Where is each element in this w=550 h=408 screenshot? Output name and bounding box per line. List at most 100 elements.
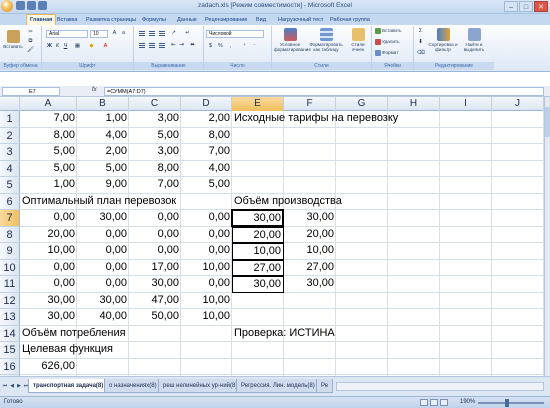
- find-select-button[interactable]: Найти и выделить: [460, 28, 488, 52]
- cell-B5[interactable]: 9,00: [77, 177, 129, 194]
- cell-C1[interactable]: 3,00: [129, 111, 181, 128]
- format-as-table-button[interactable]: Форматировать как таблицу: [308, 28, 344, 52]
- increase-decimal-icon[interactable]: ⁺: [241, 43, 248, 50]
- row-header[interactable]: 10: [0, 259, 20, 276]
- thousands-separator-icon[interactable]: ,: [227, 43, 234, 50]
- align-right-icon[interactable]: [158, 42, 166, 49]
- tab-data[interactable]: Данные: [177, 15, 197, 25]
- row-header[interactable]: 8: [0, 226, 20, 243]
- minimize-button[interactable]: –: [504, 1, 518, 12]
- cell-C12[interactable]: 47,00: [129, 293, 181, 310]
- format-painter-icon[interactable]: 🖌: [27, 47, 34, 54]
- zoom-slider[interactable]: [478, 402, 544, 404]
- font-name-dropdown[interactable]: Arial: [46, 30, 88, 38]
- tab-workgroup[interactable]: Рабочая группа: [330, 15, 370, 25]
- align-left-icon[interactable]: [138, 42, 146, 49]
- worksheet-grid[interactable]: ABCDEFGHIJ 1234567891011121314151617 7,0…: [0, 97, 544, 376]
- zoom-slider-knob[interactable]: [505, 399, 509, 407]
- zoom-level[interactable]: 190%: [460, 399, 475, 405]
- cell-E6[interactable]: Объём производства: [232, 194, 342, 211]
- underline-icon[interactable]: Ч: [62, 43, 69, 50]
- cell-A7[interactable]: 0,00: [20, 210, 77, 227]
- borders-icon[interactable]: ▦: [74, 43, 81, 50]
- cell-C10[interactable]: 17,00: [129, 260, 181, 277]
- cell-C9[interactable]: 0,00: [129, 243, 181, 260]
- cell-E11[interactable]: 30,00: [232, 276, 284, 293]
- number-format-dropdown[interactable]: Числовой: [206, 30, 264, 38]
- cell-C8[interactable]: 0,00: [129, 227, 181, 244]
- cell-D1[interactable]: 2,00: [181, 111, 232, 128]
- column-header[interactable]: B: [77, 97, 129, 111]
- cell-D10[interactable]: 10,00: [181, 260, 232, 277]
- row-header[interactable]: 11: [0, 276, 20, 293]
- maximize-button[interactable]: □: [519, 1, 533, 12]
- cell-A4[interactable]: 5,00: [20, 161, 77, 178]
- cell-B2[interactable]: 4,00: [77, 128, 129, 145]
- align-top-icon[interactable]: [138, 30, 146, 37]
- clear-icon[interactable]: ⌫: [417, 50, 425, 57]
- cell-D12[interactable]: 10,00: [181, 293, 232, 310]
- fill-color-icon[interactable]: ◆: [88, 43, 95, 50]
- select-all-corner[interactable]: [0, 97, 20, 111]
- tab-page-layout[interactable]: Разметка страницы: [86, 15, 136, 25]
- column-header[interactable]: J: [492, 97, 544, 111]
- cell-B11[interactable]: 0,00: [77, 276, 129, 293]
- cell-D2[interactable]: 8,00: [181, 128, 232, 145]
- cell-C7[interactable]: 0,00: [129, 210, 181, 227]
- tab-load-test[interactable]: Нагрузочный тест: [278, 15, 323, 25]
- close-button[interactable]: ✕: [534, 1, 548, 12]
- cell-C4[interactable]: 8,00: [129, 161, 181, 178]
- sheet-tab-regression[interactable]: Регрессия. Лин. модель(8): [236, 379, 320, 393]
- cell-A12[interactable]: 30,00: [20, 293, 77, 310]
- cell-D13[interactable]: 10,00: [181, 309, 232, 326]
- vertical-scrollbar[interactable]: [544, 97, 550, 376]
- autosum-icon[interactable]: Σ: [417, 28, 424, 35]
- cell-F8[interactable]: 20,00: [284, 227, 336, 244]
- insert-function-icon[interactable]: fx: [92, 87, 97, 93]
- decrease-decimal-icon[interactable]: ⁻: [251, 43, 258, 50]
- wrap-text-icon[interactable]: ↵: [184, 30, 191, 37]
- row-header[interactable]: 1: [0, 111, 20, 128]
- cell-A2[interactable]: 8,00: [20, 128, 77, 145]
- normal-view-icon[interactable]: [420, 399, 428, 406]
- row-header[interactable]: 14: [0, 325, 20, 342]
- italic-icon[interactable]: К: [54, 43, 61, 50]
- cell-E1[interactable]: Исходные тарифы на перевозку: [232, 111, 398, 128]
- cell-A9[interactable]: 10,00: [20, 243, 77, 260]
- merge-cells-icon[interactable]: ⬌: [189, 42, 196, 49]
- prev-sheet-icon[interactable]: ◀: [9, 381, 15, 391]
- row-header[interactable]: 2: [0, 127, 20, 144]
- page-break-view-icon[interactable]: [440, 399, 448, 406]
- bold-icon[interactable]: Ж: [46, 43, 53, 50]
- tab-home[interactable]: Главная: [26, 14, 57, 25]
- grow-font-icon[interactable]: A: [111, 30, 118, 37]
- tab-insert[interactable]: Вставка: [57, 15, 77, 25]
- fill-icon[interactable]: ⬇: [417, 39, 424, 46]
- insert-cells-button[interactable]: Вставить: [375, 27, 401, 35]
- cell-D9[interactable]: 0,00: [181, 243, 232, 260]
- cell-C13[interactable]: 50,00: [129, 309, 181, 326]
- scroll-thumb[interactable]: [545, 107, 550, 137]
- cut-icon[interactable]: ✂: [27, 29, 34, 36]
- currency-icon[interactable]: $: [207, 43, 214, 50]
- decrease-indent-icon[interactable]: ⇤: [170, 42, 177, 49]
- column-header[interactable]: D: [181, 97, 232, 111]
- row-header[interactable]: 13: [0, 309, 20, 326]
- horizontal-scrollbar[interactable]: [336, 382, 544, 391]
- cell-B9[interactable]: 0,00: [77, 243, 129, 260]
- conditional-formatting-button[interactable]: Условное форматирование: [274, 28, 311, 52]
- tab-formulas[interactable]: Формулы: [142, 15, 166, 25]
- cell-A11[interactable]: 0,00: [20, 276, 77, 293]
- font-color-icon[interactable]: A: [102, 43, 109, 50]
- cell-A6[interactable]: Оптимальный план перевозок: [20, 194, 176, 211]
- cell-D8[interactable]: 0,00: [181, 227, 232, 244]
- column-header[interactable]: I: [440, 97, 492, 111]
- delete-cells-button[interactable]: Удалить: [375, 38, 400, 46]
- cell-B1[interactable]: 1,00: [77, 111, 129, 128]
- percent-icon[interactable]: %: [217, 43, 224, 50]
- cell-A8[interactable]: 20,00: [20, 227, 77, 244]
- page-layout-view-icon[interactable]: [430, 399, 438, 406]
- cell-F10[interactable]: 27,00: [284, 260, 336, 277]
- cell-C3[interactable]: 3,00: [129, 144, 181, 161]
- cell-E8[interactable]: 20,00: [232, 226, 284, 243]
